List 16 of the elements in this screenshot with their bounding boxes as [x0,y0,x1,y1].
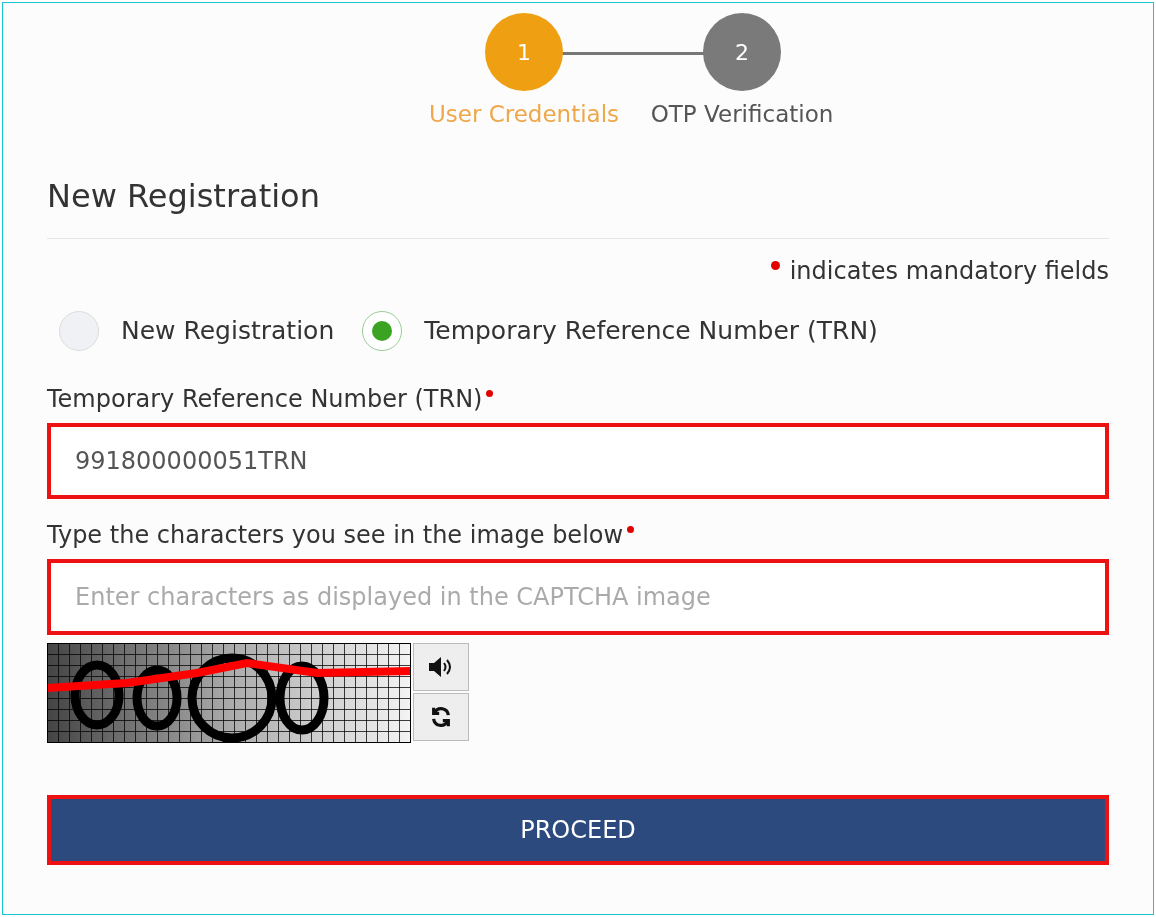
input-field[interactable]: Enter characters as displayed in the CAPTCHA image [47,558,1109,635]
speaker-icon [429,656,453,677]
field-label: Type the characters you see in the image below [47,519,624,551]
refresh-icon [430,705,452,728]
step-label: OTP Verification [650,100,834,129]
step-label: User Credentials [428,100,620,129]
page-title: New Registration [47,171,1109,239]
mandatory-note: indicates mandatory fields [789,255,1109,287]
refresh-button[interactable] [413,692,469,741]
proceed-button[interactable]: PROCEED [47,794,1109,865]
audio-button[interactable] [413,642,469,691]
field-label: Temporary Reference Number (TRN) [47,383,483,415]
input-field[interactable]: 991800000051TRN [47,422,1109,499]
radio-label: New Registration [121,314,335,347]
radio-button[interactable] [59,310,99,351]
radio-label: Temporary Reference Number (TRN) [424,314,878,347]
